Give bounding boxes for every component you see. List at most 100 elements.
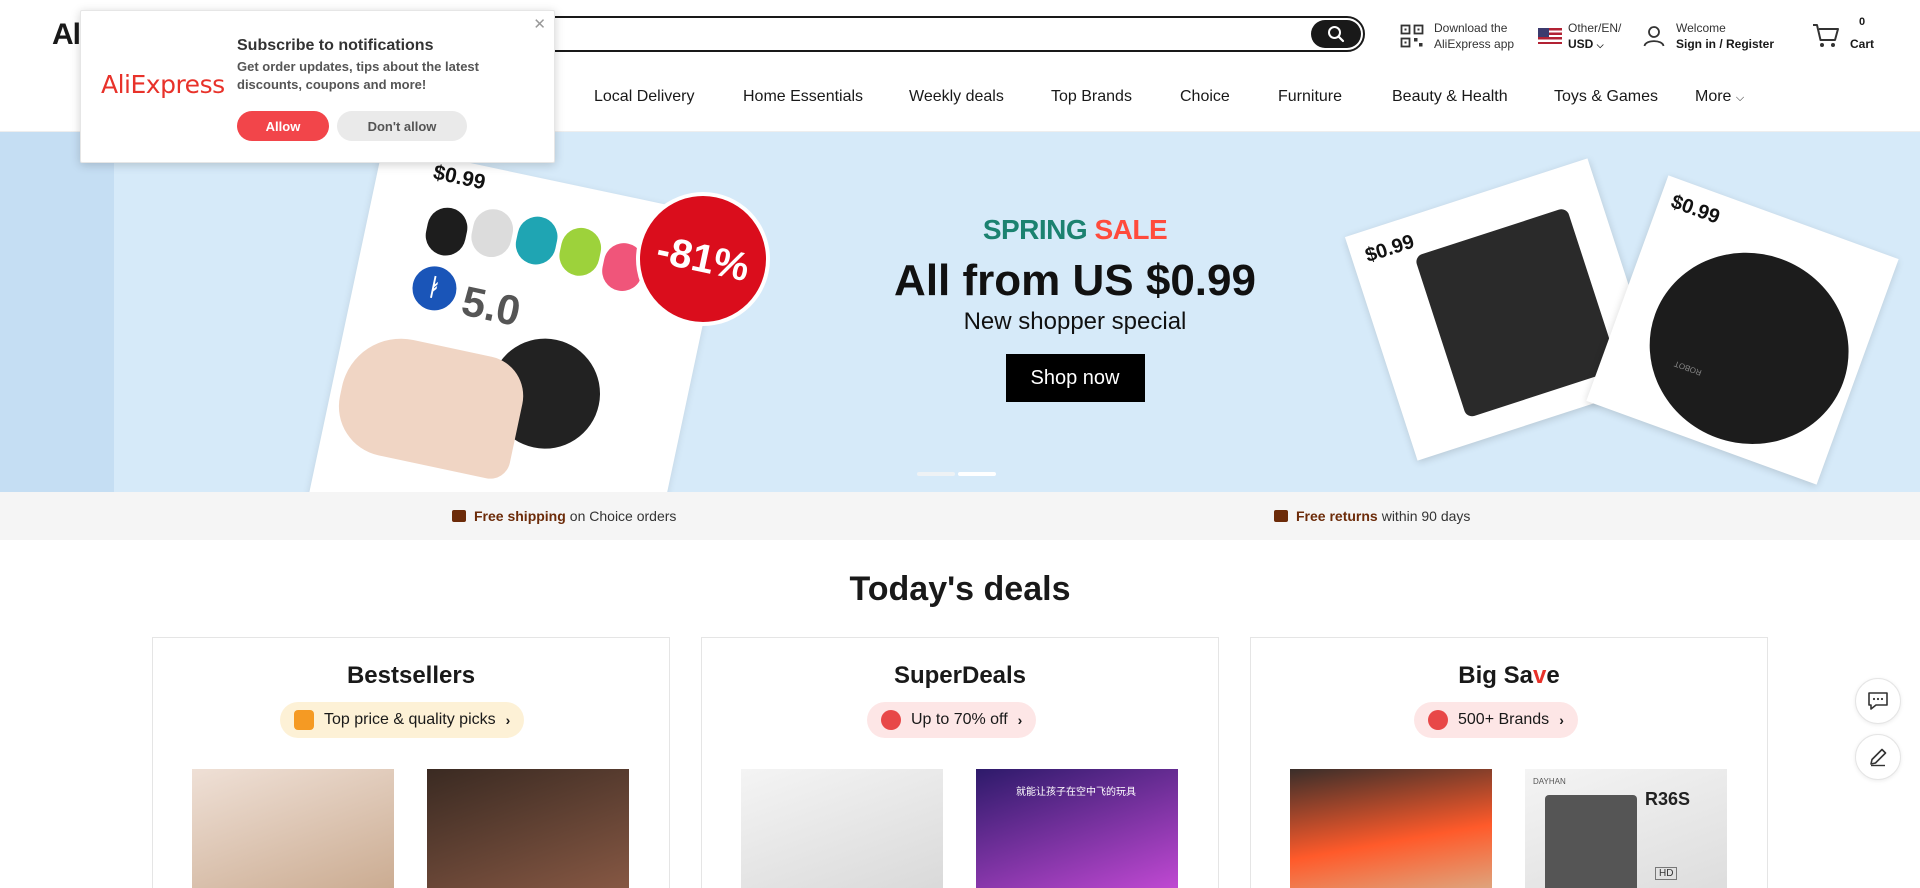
bestsellers-pill-label: Top price & quality picks [324,711,496,728]
bigsave-card[interactable]: Big Save 500+ Brands › DAYHAN R36S HD [1250,637,1768,888]
truck-icon [452,510,466,522]
download-app[interactable]: Download the AliExpress app [1400,16,1514,56]
sign-in-register-link[interactable]: Sign in / Register [1676,36,1774,52]
bestsellers-title: Bestsellers [346,662,476,689]
welcome-text: Welcome [1676,21,1726,35]
chevron-down-icon: ⌵ [1596,39,1604,50]
edit-icon [1870,748,1887,767]
logo-text: Al [52,18,81,51]
tracker-tag [421,203,472,260]
nav-more-label: More [1695,88,1732,105]
lang-line1: Other/EN/ [1568,20,1622,35]
product-image[interactable] [1290,769,1492,888]
product-image[interactable] [427,769,629,888]
bestsellers-pill[interactable]: Top price & quality picks › [280,702,525,738]
bigsave-pill[interactable]: 500+ Brands › [1414,702,1578,738]
screwdriver-kit-image [1414,207,1620,419]
free-shipping-desc: on Choice orders [569,508,677,524]
cart-count: 0 [1859,14,1866,30]
shopping-bag-icon [294,710,314,730]
superdeals-card[interactable]: SuperDeals Up to 70% off › 就能让孩子在空中飞的玩具 [701,637,1219,888]
product-image-badge: HD [1655,867,1678,880]
aliexpress-logo[interactable]: Al [51,18,81,52]
account-menu[interactable]: Welcome Sign in / Register [1642,16,1774,56]
cart-label: Cart [1850,37,1875,51]
carousel-dot[interactable] [917,472,955,476]
tracker-tag [555,224,605,280]
bestsellers-card[interactable]: Bestsellers Top price & quality picks › [152,637,670,888]
popup-brand-logo: AliExpress [101,70,225,99]
shop-now-button[interactable]: Shop now [1005,354,1145,402]
free-shipping-item: Free shipping on Choice orders [452,508,676,524]
user-icon [1642,24,1666,48]
chevron-right-icon: › [1559,712,1564,728]
tracker-tag [467,205,517,261]
product-image[interactable] [741,769,943,888]
bigsave-title-1: Big Sa [1458,662,1533,689]
superdeals-pill[interactable]: Up to 70% off › [867,702,1037,738]
banner-product-card-left: $0.99 ᛓ 5.0 [308,144,726,492]
chevron-right-icon: › [1017,712,1023,728]
chat-button[interactable] [1855,678,1901,724]
popup-title: Subscribe to notifications [237,37,434,54]
brand-badge-icon [1428,710,1448,730]
bigsave-title-v: v [1532,662,1547,689]
nav-more[interactable]: More ⌵ [1695,88,1744,106]
feedback-button[interactable] [1855,734,1901,780]
nav-weekly-deals[interactable]: Weekly deals [909,88,1004,106]
banner-product-card-right-2: $0.99 ROBOT [1586,175,1899,485]
product-image-text: 就能让孩子在空中飞的玩具 [1016,787,1136,798]
todays-deals-title: Today's deals [849,570,1071,608]
app-line2: AliExpress app [1434,37,1515,51]
right1-price: $0.99 [1362,230,1417,268]
language-currency-selector[interactable]: Other/EN/ USD ⌵ [1538,16,1621,56]
banner-headline: All from US $0.99 [894,256,1256,305]
clock-icon [881,710,901,730]
product-image[interactable]: DAYHAN R36S HD [1525,769,1727,888]
spring-sale-label: SPRING SALE [830,214,1320,246]
cart-icon [1812,23,1840,49]
nav-home-essentials[interactable]: Home Essentials [743,88,863,106]
nav-choice[interactable]: Choice [1180,88,1230,106]
nav-furniture[interactable]: Furniture [1278,88,1342,106]
nav-toys-games[interactable]: Toys & Games [1554,88,1658,106]
superdeals-title: SuperDeals [893,662,1027,689]
nav-beauty-health[interactable]: Beauty & Health [1392,88,1508,106]
hand-image [329,327,531,483]
search-icon [1328,26,1345,43]
banner-copy: SPRING SALE All from US $0.99 New shoppe… [830,214,1320,402]
bigsave-title: Big Save [1251,662,1767,690]
free-shipping-label: Free shipping [474,508,566,524]
nav-local-delivery[interactable]: Local Delivery [594,88,694,106]
chevron-right-icon: › [505,712,511,728]
product-image[interactable]: 就能让孩子在空中飞的玩具 [976,769,1178,888]
chat-icon [1868,692,1888,710]
carousel-dot-active[interactable] [958,472,996,476]
currency-label: USD [1568,36,1594,51]
chevron-down-icon: ⌵ [1735,92,1745,104]
banner-subheadline: New shopper special [963,308,1187,335]
nav-top-brands[interactable]: Top Brands [1051,88,1132,106]
left-card-price: $0.99 [431,160,488,195]
tracker-tag [512,212,562,269]
bigsave-pill-label: 500+ Brands [1458,711,1550,728]
product-image[interactable] [192,769,394,888]
hero-banner[interactable]: $0.99 ᛓ 5.0 -81% SPRING SALE All from US… [0,132,1920,492]
carousel-indicators[interactable] [917,472,996,476]
search-button[interactable] [1311,20,1361,48]
notification-popup: AliExpress ✕ Subscribe to notifications … [80,10,555,163]
sale-word: SALE [1094,214,1168,245]
robot-vacuum-image [1622,224,1876,472]
return-box-icon [1274,510,1288,522]
close-icon[interactable]: ✕ [533,15,546,33]
free-returns-item: Free returns within 90 days [1274,508,1470,524]
free-returns-desc: within 90 days [1381,508,1471,524]
banner-edge [0,132,114,492]
banner-product-card-right-1: $0.99 [1344,158,1661,461]
us-flag-icon [1538,28,1562,44]
allow-button[interactable]: Allow [237,111,329,141]
cart-button[interactable]: 0 Cart [1812,14,1875,56]
popup-body: Get order updates, tips about the latest… [237,59,479,92]
handheld-console-image [1545,795,1637,888]
dont-allow-button[interactable]: Don't allow [337,111,467,141]
